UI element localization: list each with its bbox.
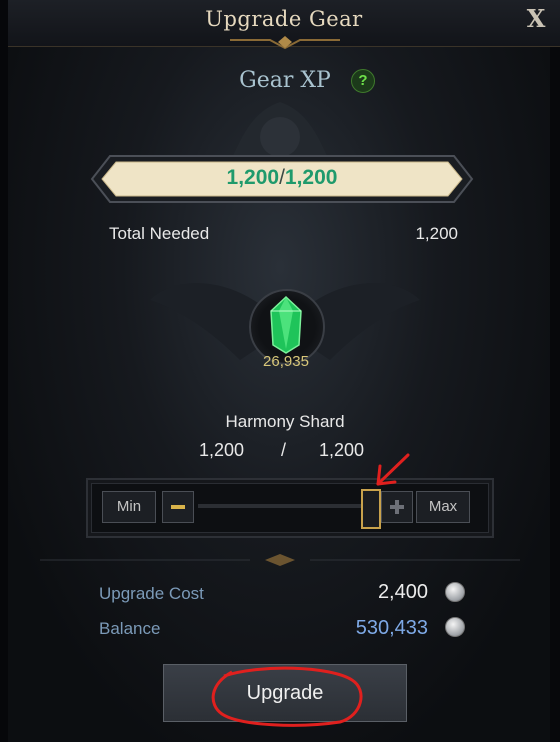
upgrade-cost-value: 2,400 (377, 581, 428, 603)
increase-button[interactable] (381, 491, 413, 523)
quantity-slider-track[interactable] (198, 504, 362, 508)
gear-xp-title: Gear XP (239, 68, 331, 93)
balance-value: 530,433 (355, 617, 428, 639)
gear-xp-readout: 1,200/1,200 (82, 166, 482, 190)
divider-ornament (40, 554, 520, 566)
decrease-button[interactable] (162, 491, 194, 523)
close-button[interactable]: X (522, 4, 550, 34)
left-edge (0, 0, 8, 742)
plus-icon-vertical (395, 500, 399, 514)
window-title: Upgrade Gear (205, 7, 363, 31)
material-owned-count: 26,935 (263, 353, 309, 370)
minus-icon (171, 505, 185, 509)
xp-current: 1,200 (226, 166, 280, 189)
title-ornament (230, 36, 340, 50)
material-name: Harmony Shard (225, 412, 345, 431)
help-icon[interactable]: ? (351, 69, 375, 93)
right-edge (550, 40, 560, 742)
material-selected: 1,200 (199, 440, 245, 460)
material-max: 1,200 (319, 440, 365, 460)
silver-coin-icon (445, 582, 465, 602)
upgrade-cost-label: Upgrade Cost (99, 584, 204, 603)
quantity-slider-handle[interactable] (361, 489, 381, 529)
balance-label: Balance (99, 619, 161, 638)
xp-max: 1,200 (284, 166, 338, 189)
min-button[interactable]: Min (102, 491, 156, 523)
material-separator: / (281, 440, 287, 460)
silver-coin-icon (445, 617, 465, 637)
harmony-shard-icon (270, 295, 302, 354)
upgrade-button[interactable]: Upgrade (163, 664, 407, 722)
max-button[interactable]: Max (416, 491, 470, 523)
